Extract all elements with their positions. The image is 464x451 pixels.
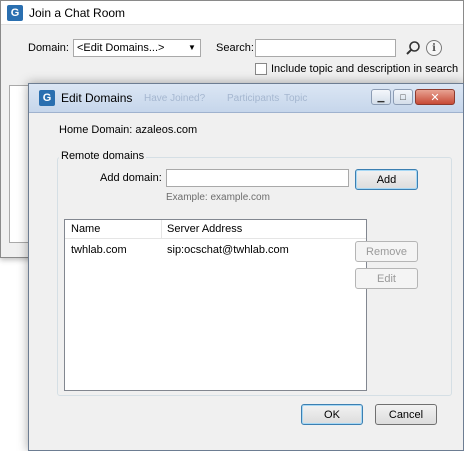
add-domain-example: Example: example.com — [166, 192, 270, 203]
column-header-name[interactable]: Name — [65, 220, 161, 239]
ghost-tab-have-joined: Have Joined? — [144, 93, 206, 104]
app-logo-icon: G — [7, 4, 23, 21]
ghost-tab-participants: Participants — [227, 93, 280, 104]
dialog-title: Edit Domains — [61, 91, 133, 105]
edit-button[interactable]: Edit — [355, 268, 418, 289]
cancel-button[interactable]: Cancel — [375, 404, 437, 425]
domain-label: Domain: — [28, 42, 69, 54]
maximize-icon[interactable]: □ — [393, 89, 413, 105]
domain-select[interactable]: <Edit Domains...> ▼ — [73, 39, 201, 57]
window-controls: ▁ □ ✕ — [371, 89, 455, 105]
app-logo-icon: G — [39, 90, 55, 106]
info-icon[interactable]: i — [426, 40, 442, 56]
include-topic-checkbox[interactable] — [255, 63, 267, 75]
row-server-address: sip:ocschat@twhlab.com — [167, 244, 289, 256]
domain-select-value: <Edit Domains...> — [77, 42, 165, 54]
remote-domains-legend: Remote domains — [59, 150, 147, 162]
column-header-server-address[interactable]: Server Address — [161, 220, 361, 239]
edit-domains-titlebar: G Edit Domains Have Joined? Participants… — [29, 84, 463, 113]
chevron-down-icon[interactable]: ▼ — [187, 43, 197, 53]
search-label: Search: — [216, 42, 254, 54]
close-icon[interactable]: ✕ — [415, 89, 455, 105]
domain-list-header: Name Server Address — [65, 220, 366, 239]
ghost-tab-topic: Topic — [284, 93, 308, 104]
minimize-icon[interactable]: ▁ — [371, 89, 391, 105]
edit-domains-dialog: G Edit Domains Have Joined? Participants… — [28, 83, 464, 451]
add-domain-label: Add domain: — [100, 172, 162, 184]
dialog-body: Home Domain: azaleos.com Remote domains … — [37, 114, 456, 444]
add-domain-input[interactable] — [166, 169, 349, 187]
search-input[interactable] — [255, 39, 396, 57]
table-row[interactable]: twhlab.com sip:ocschat@twhlab.com — [65, 241, 366, 259]
join-chat-room-titlebar: G Join a Chat Room — [1, 1, 463, 25]
home-domain-label: Home Domain: azaleos.com — [59, 124, 198, 136]
ok-button[interactable]: OK — [301, 404, 363, 425]
add-button[interactable]: Add — [355, 169, 418, 190]
include-topic-label: Include topic and description in search — [271, 63, 459, 75]
row-name: twhlab.com — [71, 244, 127, 256]
window-title: Join a Chat Room — [29, 5, 126, 20]
search-icon[interactable] — [405, 40, 421, 56]
remove-button[interactable]: Remove — [355, 241, 418, 262]
domain-list[interactable]: Name Server Address twhlab.com sip:ocsch… — [64, 219, 367, 391]
